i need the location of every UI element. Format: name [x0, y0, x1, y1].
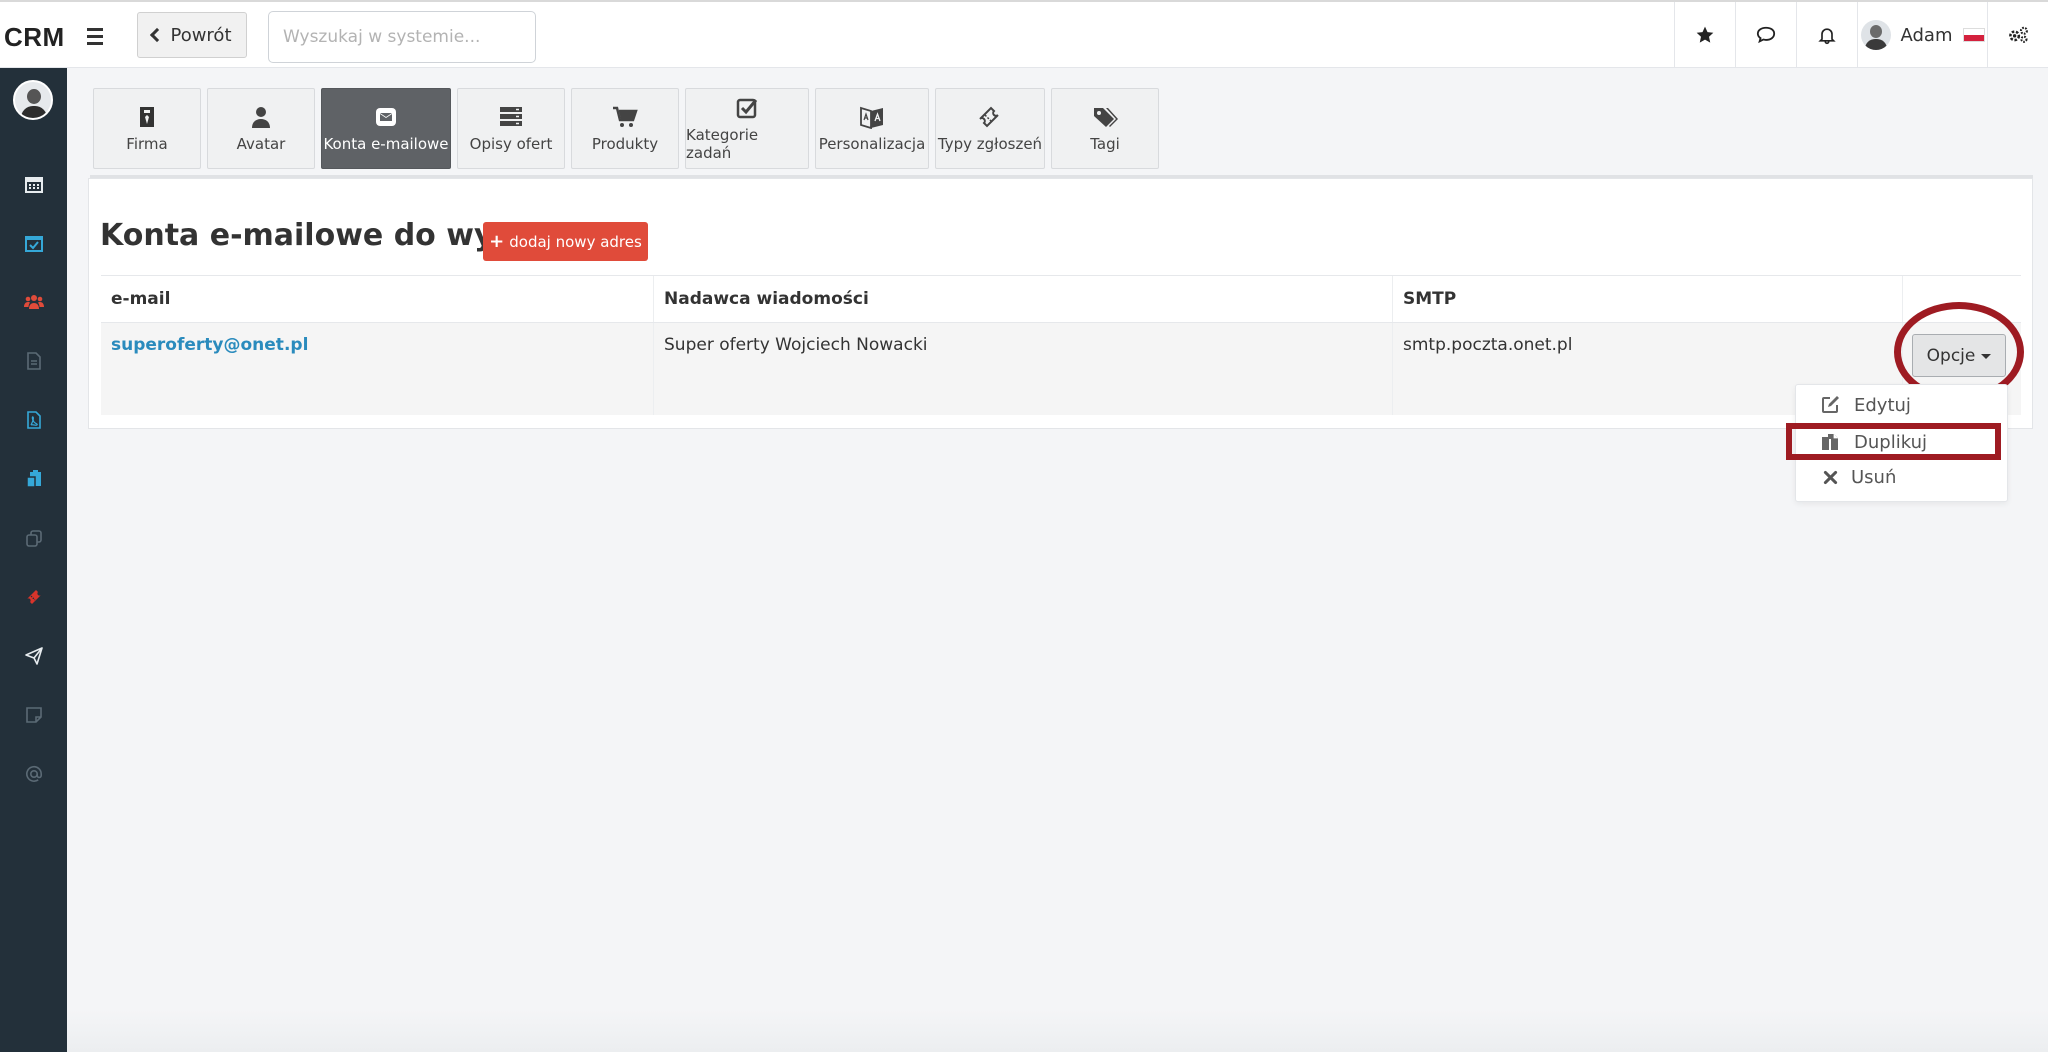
- tab-typy-zgloszen[interactable]: Typy zgłoszeń: [935, 88, 1045, 169]
- tab-kategorie-zadan[interactable]: Kategorie zadań: [685, 88, 809, 169]
- menu-item-edit[interactable]: Edytuj: [1796, 389, 2009, 421]
- tab-produkty[interactable]: Produkty: [571, 88, 679, 169]
- ticket-icon: [26, 590, 41, 604]
- messages-button[interactable]: [1735, 2, 1796, 68]
- menu-item-delete[interactable]: Usuń: [1796, 461, 2009, 493]
- menu-item-label: Edytuj: [1854, 394, 1911, 416]
- options-button-label: Opcje: [1926, 345, 1976, 366]
- back-button[interactable]: Powrót: [137, 12, 247, 58]
- tab-label: Typy zgłoszeń: [937, 134, 1043, 153]
- tab-label: Opisy ofert: [469, 134, 553, 153]
- column-header-email: e-mail: [111, 289, 171, 309]
- cell-sender: Super oferty Wojciech Nowacki: [653, 323, 1392, 415]
- page-footer-area: [67, 1010, 2048, 1052]
- tags-icon: [1094, 107, 1118, 127]
- cart-icon: [613, 106, 638, 127]
- tab-label: Personalizacja: [818, 134, 926, 153]
- cell-email: superoferty@onet.pl: [101, 323, 653, 415]
- column-header-actions: [1902, 276, 2021, 322]
- sticky-note-icon: [25, 707, 42, 723]
- app-logo[interactable]: CRM: [4, 22, 65, 53]
- tab-label: Firma: [126, 134, 168, 153]
- email-link[interactable]: superoferty@onet.pl: [111, 335, 308, 355]
- tab-label: Avatar: [236, 134, 286, 153]
- notifications-button[interactable]: [1796, 2, 1857, 68]
- edit-icon: [1822, 396, 1839, 413]
- server-icon: [500, 106, 522, 126]
- sidebar-item-notes[interactable]: [0, 695, 67, 735]
- table-row: superoferty@onet.pl Super oferty Wojciec…: [101, 323, 2021, 415]
- column-header-smtp: SMTP: [1392, 276, 1902, 322]
- options-button[interactable]: Opcje: [1912, 334, 2006, 377]
- ticket-icon: [979, 106, 999, 127]
- plus-icon: +: [489, 231, 505, 252]
- sidebar-item-send[interactable]: [0, 636, 67, 676]
- calendar-icon: [24, 177, 43, 193]
- polish-flag-icon: [1962, 28, 1985, 42]
- menu-item-duplicate[interactable]: Duplikuj: [1796, 426, 2009, 458]
- chat-icon: [1756, 26, 1776, 44]
- tab-opisy-ofert[interactable]: Opisy ofert: [457, 88, 565, 169]
- sidebar: [0, 68, 67, 1052]
- settings-tabs: Firma Avatar Konta e-mailowe Opisy ofert…: [93, 88, 1159, 169]
- sidebar-item-tickets[interactable]: [0, 577, 67, 617]
- sidebar-item-copy[interactable]: [0, 518, 67, 558]
- email-accounts-table: e-mail Nadawca wiadomości SMTP superofer…: [101, 275, 2021, 415]
- sidebar-item-documents[interactable]: [0, 341, 67, 381]
- at-icon: [25, 765, 42, 782]
- tab-label: Produkty: [591, 134, 659, 153]
- translate-icon: [860, 106, 883, 129]
- tab-personalizacja[interactable]: Personalizacja: [815, 88, 929, 169]
- add-address-button[interactable]: + dodaj nowy adres: [483, 222, 648, 261]
- user-menu[interactable]: Adam: [1857, 2, 1987, 68]
- search-input[interactable]: [268, 11, 536, 63]
- favorites-button[interactable]: [1674, 2, 1735, 68]
- pdf-icon: [26, 411, 41, 429]
- menu-item-label: Usuń: [1851, 466, 1897, 488]
- bell-icon: [1818, 28, 1836, 45]
- copy-icon: [25, 530, 42, 547]
- tab-label: Konta e-mailowe: [323, 134, 449, 153]
- tab-avatar[interactable]: Avatar: [207, 88, 315, 169]
- tab-konta-e-mailowe[interactable]: Konta e-mailowe: [321, 88, 451, 169]
- menu-toggle-icon[interactable]: [82, 23, 108, 49]
- settings-icon: [2009, 26, 2028, 43]
- building-icon: [140, 106, 154, 127]
- tab-label: Tagi: [1090, 134, 1120, 153]
- tab-label: Kategorie zadań: [686, 125, 759, 162]
- envelope-icon: [376, 107, 396, 126]
- sidebar-item-calendar[interactable]: [0, 164, 67, 204]
- users-icon: [23, 295, 44, 309]
- paper-plane-icon: [24, 647, 43, 665]
- table-header: e-mail Nadawca wiadomości SMTP: [101, 275, 2021, 323]
- tab-firma[interactable]: Firma: [93, 88, 201, 169]
- top-bar: CRM Powrót Adam: [0, 0, 2048, 68]
- sidebar-item-offers[interactable]: [0, 400, 67, 440]
- column-header-sender: Nadawca wiadomości: [653, 276, 1392, 322]
- tab-tagi[interactable]: Tagi: [1051, 88, 1159, 169]
- add-address-button-label: dodaj nowy adres: [509, 232, 642, 251]
- sidebar-item-tasks[interactable]: [0, 223, 67, 263]
- options-dropdown: Edytuj Duplikuj Usuń: [1795, 384, 2008, 502]
- caret-down-icon: [1981, 354, 1992, 359]
- sidebar-avatar[interactable]: [13, 80, 53, 120]
- avatar: [1860, 20, 1891, 50]
- checkbox-icon: [736, 98, 758, 118]
- sidebar-item-contacts[interactable]: [0, 282, 67, 322]
- calendar-check-icon: [24, 236, 43, 252]
- back-button-label: Powrót: [170, 24, 232, 46]
- duplicate-icon: [1822, 434, 1838, 450]
- star-icon: [1696, 26, 1714, 43]
- menu-item-label: Duplikuj: [1854, 431, 1927, 453]
- clipboard-icon: [25, 470, 41, 488]
- close-icon: [1823, 470, 1838, 484]
- chevron-left-icon: [150, 27, 165, 43]
- user-name: Adam: [1900, 24, 1953, 46]
- sidebar-item-clipboard[interactable]: [0, 459, 67, 499]
- document-icon: [26, 352, 41, 370]
- user-icon: [252, 106, 270, 128]
- sidebar-item-email[interactable]: [0, 754, 67, 794]
- settings-button[interactable]: [1987, 2, 2048, 68]
